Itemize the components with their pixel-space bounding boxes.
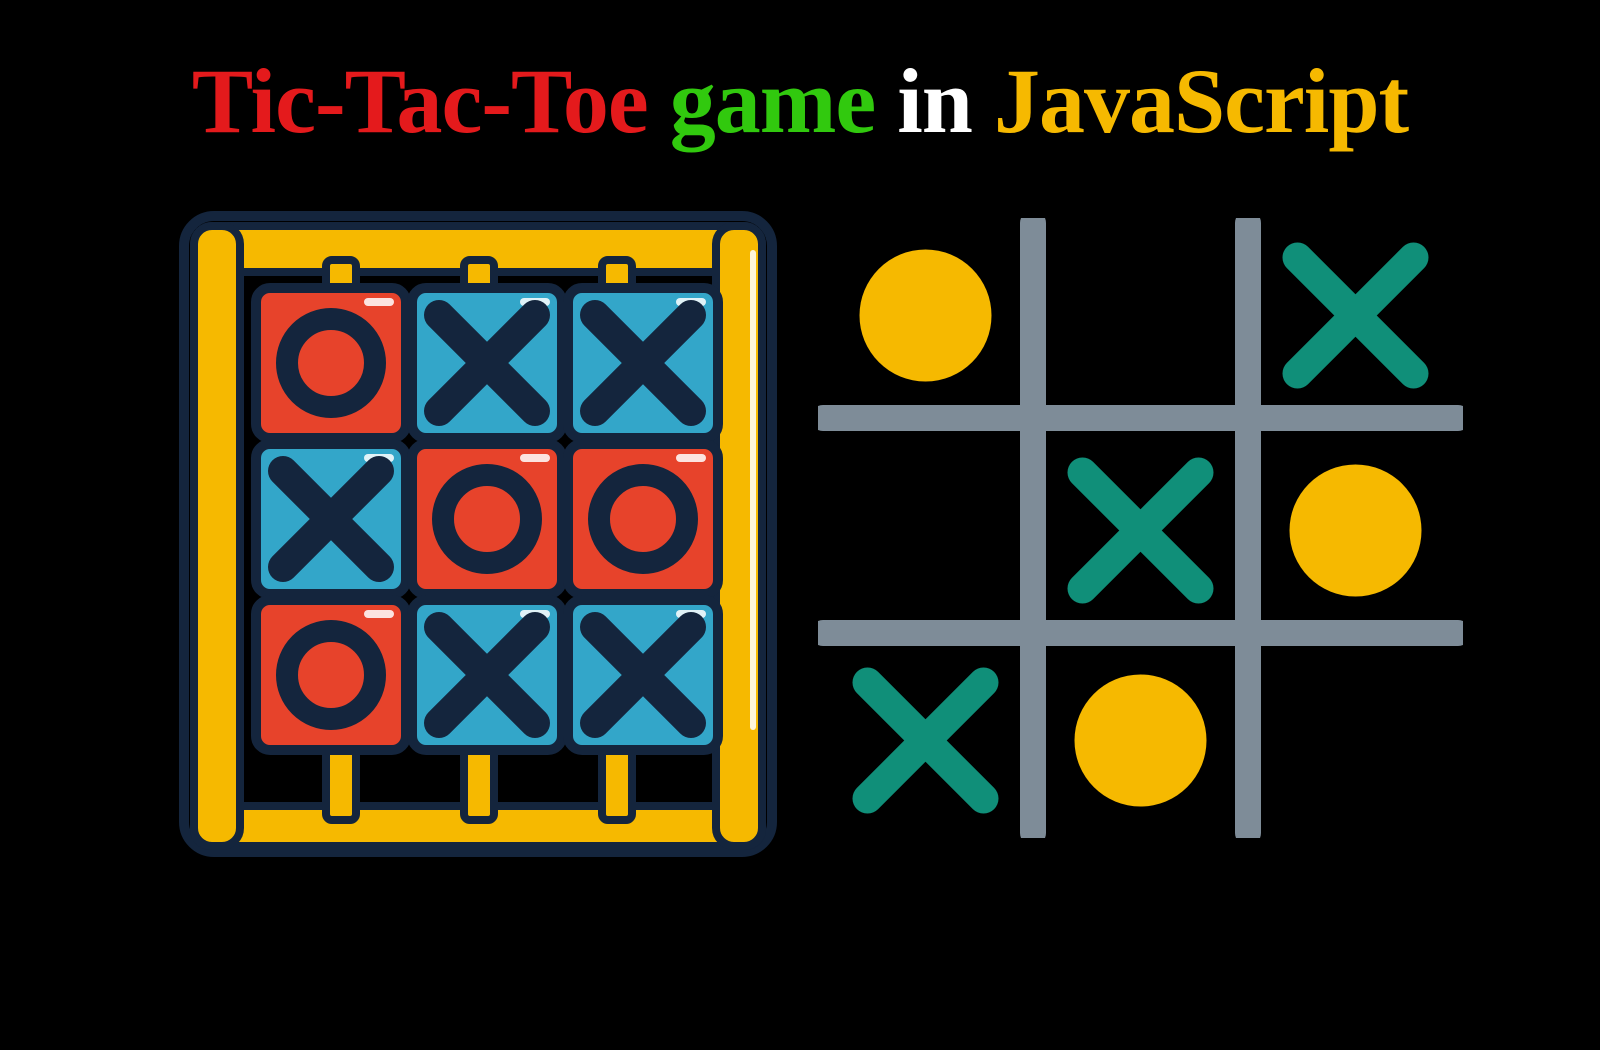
framed-tictactoe-board [178, 210, 778, 860]
left-cell-2-2 [568, 600, 718, 750]
o-mark-icon [1074, 675, 1206, 807]
left-cell-2-0 [256, 600, 406, 750]
right-cell-1-2 [1289, 465, 1421, 597]
title-word-1: Tic-Tac-Toe [192, 50, 648, 152]
o-mark-icon [1289, 465, 1421, 597]
illustration-stage: Tic-Tac-Toe game in JavaScript [118, 0, 1483, 895]
left-cell-1-1 [412, 444, 562, 594]
page-title: Tic-Tac-Toe game in JavaScript [118, 48, 1483, 154]
left-cell-1-2 [568, 444, 718, 594]
flat-tictactoe-board [818, 218, 1463, 838]
right-cell-2-1 [1074, 675, 1206, 807]
title-word-4: JavaScript [994, 50, 1408, 152]
title-word-2: game [670, 50, 875, 152]
left-cell-0-1 [412, 288, 562, 438]
right-cell-0-2 [1297, 258, 1413, 374]
right-cell-2-0 [867, 683, 983, 799]
x-mark-icon [867, 683, 983, 799]
title-word-3: in [897, 50, 972, 152]
x-mark-icon [1082, 473, 1198, 589]
left-cell-2-1 [412, 600, 562, 750]
left-cell-0-2 [568, 288, 718, 438]
o-mark-icon [859, 250, 991, 382]
right-cell-1-1 [1082, 473, 1198, 589]
left-cell-1-0 [256, 444, 406, 594]
x-mark-icon [1297, 258, 1413, 374]
left-cell-0-0 [256, 288, 406, 438]
right-cell-0-0 [859, 250, 991, 382]
